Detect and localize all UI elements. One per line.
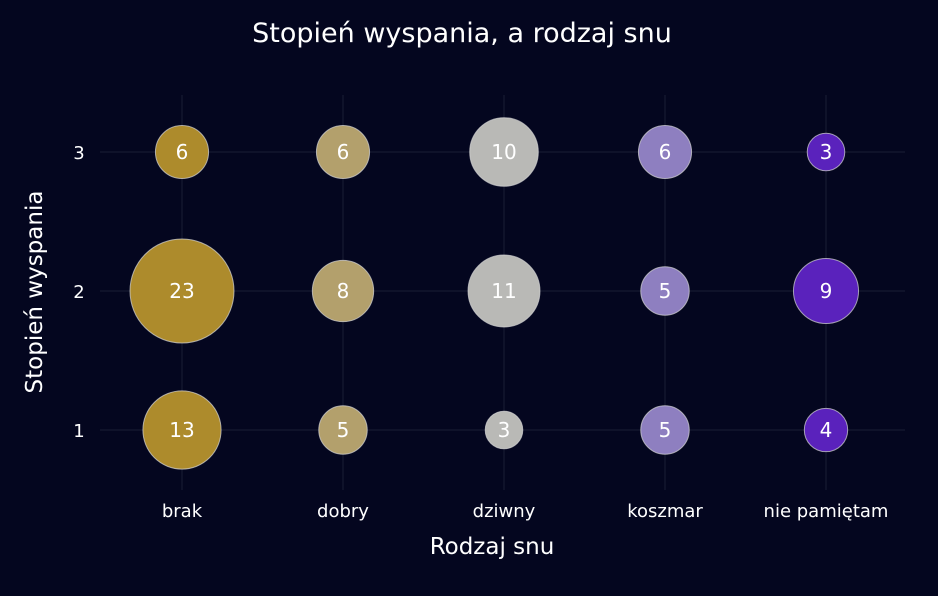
- y-axis-title: Stopień wyspania: [22, 191, 48, 394]
- x-tick-label: dobry: [317, 501, 369, 522]
- bubble-count-label: 11: [491, 279, 516, 303]
- bubble-count-label: 8: [337, 279, 350, 303]
- bubble-chart: 13 23 6 5 8 6 3 11 10 5 5 6 4 9 3 brak dobry dziwny koszm…: [0, 0, 938, 596]
- y-tick-label: 3: [73, 143, 84, 164]
- bubble-count-label: 6: [176, 140, 189, 164]
- bubble-count-label: 5: [659, 279, 672, 303]
- x-tick-label: dziwny: [473, 501, 536, 522]
- bubble-count-label: 13: [169, 418, 194, 442]
- bubble-count-label: 9: [820, 279, 833, 303]
- bubble-count-label: 6: [659, 140, 672, 164]
- bubble-count-label: 6: [337, 140, 350, 164]
- y-tick-label: 2: [73, 282, 84, 303]
- chart-canvas: 1323658631110556493 brak dobry dziwny koszm…: [22, 18, 905, 560]
- bubble-count-label: 10: [491, 140, 516, 164]
- chart-title: Stopień wyspania, a rodzaj snu: [252, 18, 672, 49]
- bubble-count-label: 5: [659, 418, 672, 442]
- bubble-layer: 13 23 6 5 8 6 3 11 10 5 5 6 4 9 3: [129, 117, 860, 470]
- bubble-count-label: 5: [337, 418, 350, 442]
- x-tick-label: brak: [162, 501, 203, 522]
- bubble-count-label: 3: [498, 418, 511, 442]
- y-tick-label: 1: [73, 421, 84, 442]
- bubble-count-label: 4: [820, 418, 833, 442]
- bubble-count-label: 23: [169, 279, 194, 303]
- bubble-count-label: 3: [820, 140, 833, 164]
- x-tick-label: nie pamiętam: [764, 501, 889, 522]
- x-tick-label: koszmar: [627, 501, 703, 522]
- x-axis-title: Rodzaj snu: [430, 534, 555, 560]
